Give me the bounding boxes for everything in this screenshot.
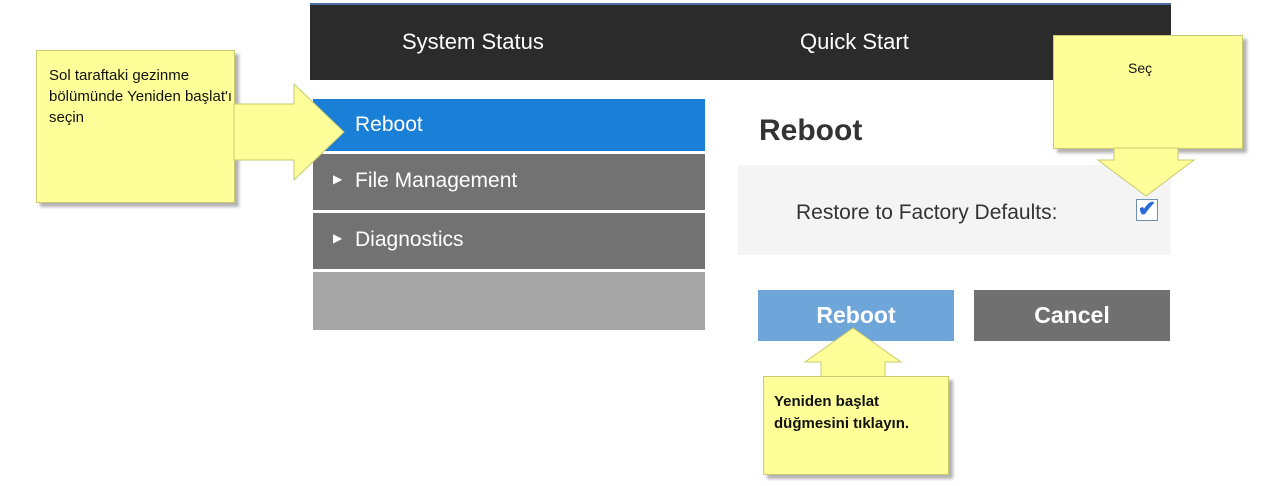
tab-quick-start[interactable]: Quick Start: [800, 29, 909, 55]
cancel-button[interactable]: Cancel: [974, 290, 1170, 341]
sidebar-nav: Reboot ▶ File Management ▶ Diagnostics: [313, 99, 705, 333]
sidebar-item-reboot[interactable]: Reboot: [313, 99, 705, 151]
callout-click-reboot: Yeniden başlat düğmesini tıklayın.: [763, 376, 949, 475]
top-nav-bar: System Status Quick Start: [310, 3, 1171, 80]
callout-left-text: Sol taraftaki gezinme bölümünde Yeniden …: [49, 67, 233, 126]
sidebar-item-label: Diagnostics: [355, 228, 464, 251]
page-title: Reboot: [759, 114, 863, 147]
callout-select-checkbox: Seç: [1053, 35, 1243, 149]
sidebar-item-label: Reboot: [355, 113, 423, 136]
callout-top-right-arrow: [1096, 147, 1196, 197]
sidebar-item-label: File Management: [355, 169, 518, 192]
callout-bottom-arrow: [803, 327, 903, 379]
triangle-right-icon: ▶: [333, 231, 343, 245]
callout-bottom-text: Yeniden başlat düğmesini tıklayın.: [774, 393, 910, 432]
tab-system-status[interactable]: System Status: [402, 29, 544, 55]
sidebar-item-file-management[interactable]: ▶ File Management: [313, 154, 705, 210]
callout-select-reboot: Sol taraftaki gezinme bölümünde Yeniden …: [36, 50, 235, 203]
sidebar-item-diagnostics[interactable]: ▶ Diagnostics: [313, 213, 705, 269]
restore-defaults-checkbox[interactable]: ✔: [1136, 196, 1158, 221]
callout-left-arrow: [233, 82, 345, 182]
checkmark-icon: ✔: [1137, 196, 1157, 221]
sidebar-filler: [313, 272, 705, 330]
restore-defaults-label: Restore to Factory Defaults:: [796, 201, 1058, 224]
callout-top-right-text: Seç: [1128, 60, 1153, 76]
